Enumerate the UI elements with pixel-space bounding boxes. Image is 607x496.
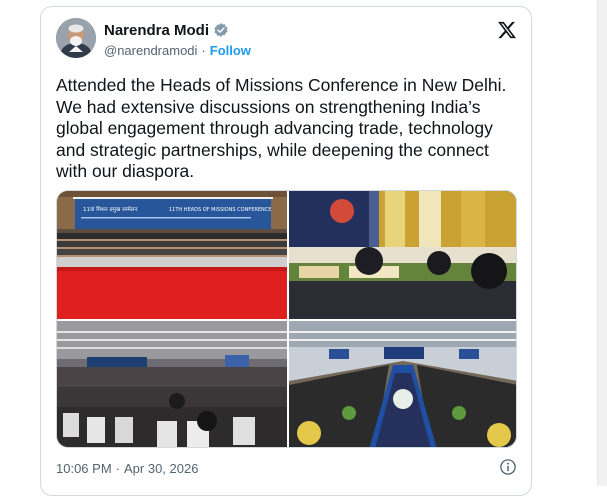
tweet-date[interactable]: Apr 30, 2026 <box>124 461 198 476</box>
follow-button[interactable]: Follow <box>210 43 251 58</box>
photo-group-on-stage[interactable]: 11वां मिशन प्रमुख सम्मेलन 11TH HEADS OF … <box>57 191 287 319</box>
tweet-text-line: global engagement through advancing trad… <box>56 118 493 138</box>
verified-badge-icon <box>214 23 228 37</box>
author-name-row: Narendra Modi <box>104 21 229 39</box>
tweet-text-line: We had extensive discussions on strength… <box>56 96 481 117</box>
author-handle[interactable]: @narendramodi <box>104 43 197 58</box>
tweet-time[interactable]: 10:06 PM <box>56 461 112 476</box>
photo-dais-address[interactable] <box>289 191 516 319</box>
page-scrollbar[interactable] <box>597 0 607 486</box>
media-grid: 11वां मिशन प्रमुख सम्मेलन 11TH HEADS OF … <box>56 190 517 448</box>
tweet-card: Narendra Modi @narendramodi · Follow Att… <box>40 6 532 496</box>
banner-text-hindi: 11वां मिशन प्रमुख सम्मेलन <box>83 206 139 213</box>
info-icon[interactable] <box>499 458 517 476</box>
avatar[interactable] <box>56 18 96 58</box>
tweet-text-line: and strategic partnerships, while deepen… <box>56 139 489 160</box>
photo-conference-tables[interactable] <box>289 321 516 447</box>
banner-text-english: 11TH HEADS OF MISSIONS CONFERENCE <box>169 207 271 213</box>
photo-audience-hall[interactable] <box>57 321 287 447</box>
handle-separator: · <box>201 42 206 58</box>
x-logo-icon[interactable] <box>497 20 517 40</box>
tweet-text-line: Attended the Heads of Missions Conferenc… <box>56 75 507 95</box>
tweet-text: Attended the Heads of Missions Conferenc… <box>56 75 526 183</box>
photo-1-crowd <box>57 229 287 269</box>
tweet-text-line: with our diaspora. <box>56 161 195 181</box>
timestamp-row: 10:06 PM · Apr 30, 2026 <box>56 459 198 477</box>
author-handle-row: @narendramodi · Follow <box>104 42 251 58</box>
author-display-name[interactable]: Narendra Modi <box>104 22 209 39</box>
avatar-image <box>56 18 96 58</box>
timestamp-separator: · <box>115 460 120 476</box>
